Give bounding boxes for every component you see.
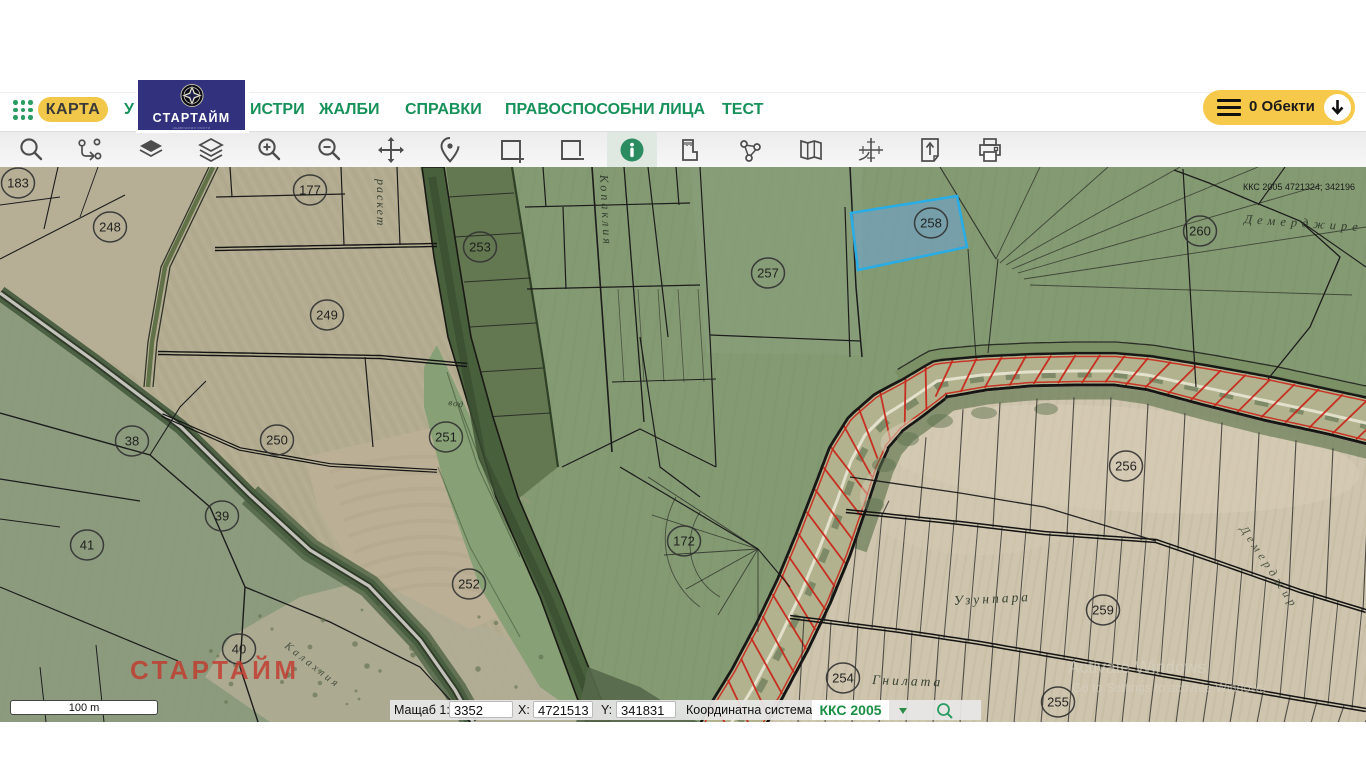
svg-text:257: 257 xyxy=(757,266,779,281)
svg-text:Go to Settings to activate Win: Go to Settings to activate Windows xyxy=(1072,681,1266,695)
svg-text:ККС 2005 4721324, 342196: ККС 2005 4721324, 342196 xyxy=(1243,182,1355,192)
svg-text:258: 258 xyxy=(920,216,942,231)
svg-text:172: 172 xyxy=(673,534,695,549)
svg-text:254: 254 xyxy=(832,671,854,686)
svg-text:255: 255 xyxy=(1047,695,1069,710)
svg-text:183: 183 xyxy=(7,176,29,191)
svg-text:259: 259 xyxy=(1092,603,1114,618)
svg-text:38: 38 xyxy=(125,434,139,449)
svg-text:249: 249 xyxy=(316,308,338,323)
svg-text:252: 252 xyxy=(458,577,480,592)
svg-text:раскет: раскет xyxy=(374,178,388,227)
svg-text:250: 250 xyxy=(266,433,288,448)
svg-text:253: 253 xyxy=(469,240,491,255)
svg-text:251: 251 xyxy=(435,430,457,445)
svg-text:Activate Windows: Activate Windows xyxy=(1068,657,1206,677)
svg-text:256: 256 xyxy=(1115,459,1137,474)
svg-text:177: 177 xyxy=(299,183,321,198)
svg-text:260: 260 xyxy=(1189,224,1211,239)
svg-text:41: 41 xyxy=(80,538,94,553)
svg-text:39: 39 xyxy=(215,509,229,524)
svg-text:248: 248 xyxy=(99,220,121,235)
svg-text:СТАРТАЙМ: СТАРТАЙМ xyxy=(130,655,300,685)
svg-text:Гнилата: Гнилата xyxy=(871,672,944,690)
